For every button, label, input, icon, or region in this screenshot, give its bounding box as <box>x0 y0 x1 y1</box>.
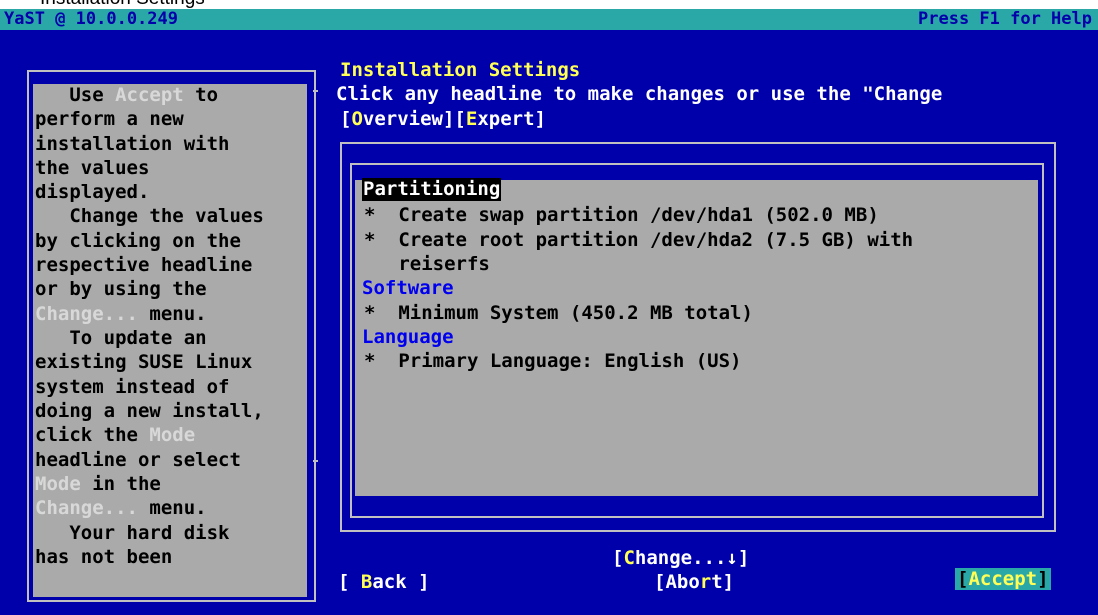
software-headline[interactable]: Software <box>362 276 454 300</box>
help-line: Use Accept to <box>35 84 219 106</box>
help-line: Change the values <box>35 205 264 227</box>
help-line: system instead of <box>35 376 230 398</box>
scroll-marker-top <box>313 90 318 92</box>
help-line: displayed. <box>35 181 150 203</box>
help-line: installation with <box>35 133 230 155</box>
help-line: existing SUSE Linux <box>35 351 253 373</box>
title-bar: YaST @ 10.0.0.249 Press F1 for Help <box>0 9 1098 30</box>
change-button[interactable]: [Change...↓] <box>612 546 749 570</box>
page-title: Installation Settings <box>340 59 581 81</box>
help-line: by clicking on the <box>35 230 241 252</box>
partition-item: reiserfs <box>364 253 490 275</box>
accept-button[interactable]: [Accept] <box>955 568 1051 590</box>
help-line: Mode in the <box>35 473 161 495</box>
help-hint: Press F1 for Help <box>918 9 1092 29</box>
help-line: headline or select <box>35 449 241 471</box>
help-line: the values <box>35 157 150 179</box>
view-tabs: [Overview][Expert] <box>340 107 546 131</box>
partition-item: * Create swap partition /dev/hda1 (502.0… <box>364 204 879 226</box>
partitioning-headline[interactable]: Partitioning <box>362 178 502 201</box>
scroll-marker-bottom <box>313 460 318 462</box>
host-title: YaST @ 10.0.0.249 <box>4 9 178 29</box>
help-line: doing a new install, <box>35 400 264 422</box>
instruction-text: Click any headline to make changes or us… <box>336 83 943 105</box>
help-panel[interactable]: Use Accept to perform a new installation… <box>33 84 307 597</box>
help-line: Your hard disk <box>35 522 230 544</box>
help-line: has not been <box>35 546 173 568</box>
tab-expert[interactable]: [Expert] <box>454 108 546 130</box>
software-item: * Minimum System (450.2 MB total) <box>364 302 753 324</box>
help-line: perform a new <box>35 108 184 130</box>
abort-button[interactable]: [Abort] <box>654 570 734 594</box>
tab-overview[interactable]: [Overview] <box>340 108 454 130</box>
back-button[interactable]: [ Back ] <box>338 570 430 594</box>
language-headline[interactable]: Language <box>362 325 454 349</box>
help-line: respective headline <box>35 254 253 276</box>
partition-item: * Create root partition /dev/hda2 (7.5 G… <box>364 229 914 251</box>
language-item: * Primary Language: English (US) <box>364 350 742 372</box>
help-line: click the Mode <box>35 424 196 446</box>
help-line: Change... menu. <box>35 497 207 519</box>
help-line: or by using the <box>35 278 207 300</box>
help-line: To update an <box>35 327 207 349</box>
help-line: Change... menu. <box>35 303 207 325</box>
